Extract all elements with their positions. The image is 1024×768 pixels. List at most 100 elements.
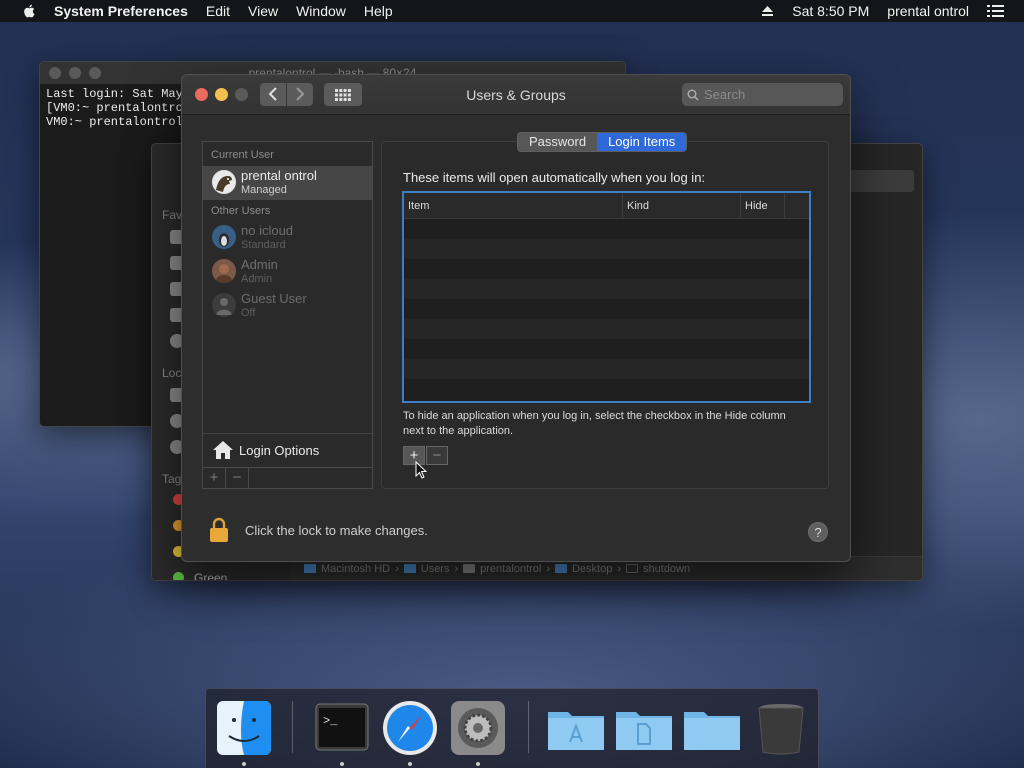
running-indicator xyxy=(476,762,480,766)
user-row-guest[interactable]: Guest User Off xyxy=(203,289,372,323)
table-row xyxy=(404,319,809,339)
user-name: prental ontrol xyxy=(241,168,317,183)
safari-icon[interactable] xyxy=(382,700,438,756)
guest-avatar-icon xyxy=(212,293,236,317)
path-item[interactable]: Desktop xyxy=(572,563,612,575)
user-role: Managed xyxy=(241,184,287,196)
user-name: Admin xyxy=(241,257,278,272)
column-item[interactable]: Item xyxy=(404,193,623,218)
running-indicator xyxy=(242,762,246,766)
dock: >_ xyxy=(205,688,819,768)
search-icon xyxy=(687,88,699,101)
running-indicator xyxy=(408,762,412,766)
login-options-label: Login Options xyxy=(239,443,320,458)
table-row xyxy=(404,259,809,279)
users-list: Current User prental ontrol Managed Othe… xyxy=(202,141,373,489)
login-options-item[interactable]: Login Options xyxy=(203,433,372,467)
tab-password[interactable]: Password xyxy=(518,133,598,151)
applications-folder-icon[interactable] xyxy=(546,700,606,756)
tab-login-items[interactable]: Login Items xyxy=(597,133,687,151)
eject-icon[interactable] xyxy=(761,5,774,17)
tag-green-label[interactable]: Green xyxy=(194,571,227,580)
dock-separator xyxy=(292,701,293,753)
search-field[interactable]: Search xyxy=(682,83,843,106)
tab-control: Password Login Items xyxy=(517,132,688,152)
menu-bar: System Preferences Edit View Window Help… xyxy=(0,0,1024,22)
menu-app-name[interactable]: System Preferences xyxy=(54,3,188,19)
path-item[interactable]: Macintosh HD xyxy=(321,563,390,575)
menu-clock[interactable]: Sat 8:50 PM xyxy=(792,3,869,19)
path-separator: › xyxy=(395,562,399,575)
column-hide[interactable]: Hide xyxy=(741,193,785,218)
tag-green-icon[interactable] xyxy=(173,572,184,580)
path-item[interactable]: Users xyxy=(421,563,450,575)
user-role: Standard xyxy=(241,239,286,251)
column-kind[interactable]: Kind xyxy=(623,193,741,218)
user-row-no-icloud[interactable]: no icloud Standard xyxy=(203,221,372,255)
apple-menu-icon[interactable] xyxy=(20,3,40,19)
other-users-header: Other Users xyxy=(211,205,271,217)
house-icon xyxy=(213,441,233,459)
disk-icon xyxy=(304,564,316,573)
terminal-icon[interactable]: >_ xyxy=(314,700,370,756)
table-header: Item Kind Hide xyxy=(404,193,809,219)
lock-icon[interactable] xyxy=(209,517,229,543)
user-role: Off xyxy=(241,307,256,319)
folder-icon xyxy=(554,564,567,573)
user-name: no icloud xyxy=(241,223,294,238)
help-button[interactable]: ? xyxy=(808,522,828,542)
table-body xyxy=(404,219,809,399)
login-items-description: These items will open automatically when… xyxy=(403,170,706,185)
trash-icon[interactable] xyxy=(756,700,806,756)
menu-extras: Sat 8:50 PM prental ontrol xyxy=(761,0,1024,22)
lock-area[interactable]: Click the lock to make changes. xyxy=(209,517,428,543)
current-user-header: Current User xyxy=(211,149,274,161)
menu-view[interactable]: View xyxy=(248,3,278,19)
folder-icon xyxy=(403,564,416,573)
lock-text: Click the lock to make changes. xyxy=(245,522,428,538)
table-row xyxy=(404,339,809,359)
table-row xyxy=(404,379,809,399)
home-icon xyxy=(463,564,476,573)
prefs-titlebar[interactable]: Users & Groups Search xyxy=(182,75,850,115)
users-groups-window[interactable]: Users & Groups Search Current User prent… xyxy=(181,74,851,562)
add-user-button[interactable]: + xyxy=(203,468,226,488)
finder-search-field[interactable] xyxy=(844,170,914,192)
hide-help-text: To hide an application when you log in, … xyxy=(403,410,786,437)
dock-separator xyxy=(528,701,529,753)
documents-folder-icon[interactable] xyxy=(614,700,674,756)
user-row-admin[interactable]: Admin Admin xyxy=(203,255,372,289)
running-indicator xyxy=(340,762,344,766)
eagle-avatar-icon xyxy=(212,170,236,194)
path-separator: › xyxy=(546,562,550,575)
remove-user-button[interactable]: − xyxy=(226,468,249,488)
menu-user[interactable]: prental ontrol xyxy=(887,3,969,19)
table-row xyxy=(404,279,809,299)
user-role: Admin xyxy=(241,273,273,285)
admin-avatar-icon xyxy=(212,259,236,283)
menu-help[interactable]: Help xyxy=(364,3,393,19)
mouse-pointer-icon xyxy=(415,461,427,479)
table-row xyxy=(404,299,809,319)
table-row xyxy=(404,239,809,259)
penguin-avatar-icon xyxy=(212,225,236,249)
downloads-folder-icon[interactable] xyxy=(682,700,742,756)
notification-center-icon[interactable] xyxy=(987,5,1004,17)
path-separator: › xyxy=(454,562,459,575)
users-list-toolbar: + − xyxy=(203,467,372,488)
path-item[interactable]: prentalontrol xyxy=(480,563,541,575)
menu-window[interactable]: Window xyxy=(296,3,346,19)
search-placeholder: Search xyxy=(704,87,746,102)
finder-icon[interactable] xyxy=(216,700,272,756)
path-item[interactable]: shutdown xyxy=(643,563,690,575)
login-items-table[interactable]: Item Kind Hide xyxy=(402,191,811,403)
table-row xyxy=(404,219,809,239)
file-icon xyxy=(626,564,639,573)
svg-text:>_: >_ xyxy=(323,714,338,728)
user-name: Guest User xyxy=(241,291,307,306)
remove-login-item-button[interactable]: − xyxy=(426,446,448,465)
menu-edit[interactable]: Edit xyxy=(206,3,230,19)
user-row-current[interactable]: prental ontrol Managed xyxy=(203,166,372,200)
system-preferences-icon[interactable] xyxy=(450,700,506,756)
path-separator: › xyxy=(617,562,622,575)
